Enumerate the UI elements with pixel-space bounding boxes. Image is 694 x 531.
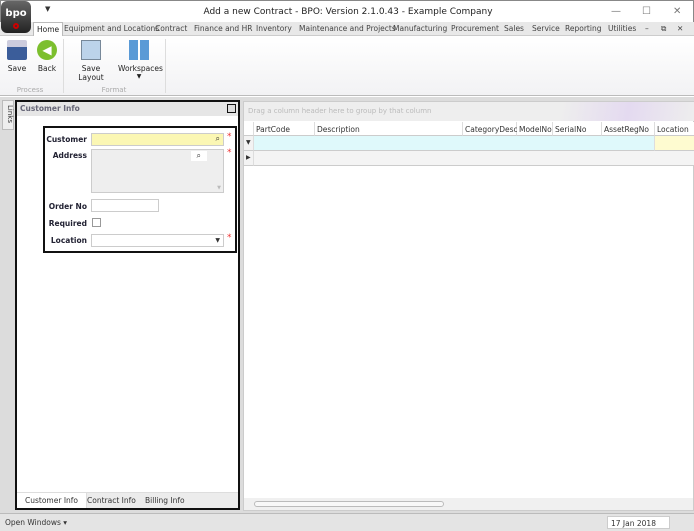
workspaces-button[interactable]: Workspaces ▼ bbox=[118, 40, 163, 80]
date-field[interactable]: 17 Jan 2018 bbox=[607, 516, 670, 529]
column-header-location[interactable]: Location bbox=[655, 122, 694, 136]
search-icon[interactable]: ⌕ bbox=[216, 134, 220, 144]
ribbon: Save ◀ Back Save Layout Workspaces ▼ Proce… bbox=[0, 36, 694, 96]
chevron-down-icon[interactable]: ▼ bbox=[215, 237, 220, 244]
group-format-label: Format bbox=[101, 86, 127, 94]
scrollbar-thumb[interactable] bbox=[254, 501, 444, 507]
tab-contract[interactable]: Contract bbox=[155, 24, 187, 33]
address-label: Address bbox=[52, 151, 87, 160]
back-arrow-icon: ◀ bbox=[37, 40, 57, 60]
open-windows-label: Open Windows bbox=[5, 518, 61, 527]
bottom-tabs: Customer Info Contract Info Billing Info bbox=[17, 492, 238, 508]
save-layout-button[interactable]: Save Layout bbox=[68, 40, 114, 82]
workspaces-grid-icon bbox=[129, 40, 149, 60]
group-process-label: Process bbox=[16, 86, 44, 94]
location-label: Location bbox=[50, 236, 87, 245]
tab-manufacturing[interactable]: Manufacturing bbox=[393, 24, 447, 33]
tab-equipment[interactable]: Equipment and Locations bbox=[64, 24, 159, 33]
links-side-tab[interactable]: Links bbox=[2, 100, 14, 130]
parts-grid: Drag a column header here to group by th… bbox=[243, 101, 694, 511]
floppy-disk-icon bbox=[7, 40, 27, 60]
column-header-categorydesc[interactable]: CategoryDesc bbox=[463, 122, 518, 136]
tab-home[interactable]: Home bbox=[33, 22, 64, 37]
ribbon-divider bbox=[165, 39, 166, 93]
quick-access-dropdown-icon[interactable]: ▼ bbox=[45, 5, 50, 13]
window-title: Add a new Contract - BPO: Version 2.1.0.… bbox=[203, 7, 493, 17]
location-select[interactable]: ▼ bbox=[91, 234, 224, 247]
required-checkbox[interactable] bbox=[92, 218, 101, 227]
new-row[interactable] bbox=[254, 151, 694, 166]
horizontal-scrollbar[interactable] bbox=[244, 498, 693, 510]
column-header-assetregno[interactable]: AssetRegNo bbox=[602, 122, 655, 136]
tab-service[interactable]: Service bbox=[532, 24, 560, 33]
required-marker: * bbox=[227, 132, 232, 142]
tab-contract-info[interactable]: Contract Info bbox=[87, 496, 136, 505]
address-input[interactable]: ⌕ ▼ bbox=[91, 149, 224, 193]
customer-info-panel: Customer Info Customer ⌕ * Address ⌕ ▼ * … bbox=[15, 100, 240, 510]
tab-sales[interactable]: Sales bbox=[504, 24, 524, 33]
column-header-description[interactable]: Description bbox=[315, 122, 463, 136]
customer-label: Customer bbox=[46, 135, 87, 144]
status-bar: Open Windows ▾ 17 Jan 2018 bbox=[0, 513, 694, 531]
tab-customer-info[interactable]: Customer Info bbox=[17, 493, 88, 508]
tab-maintenance[interactable]: Maintenance and Projects bbox=[299, 24, 396, 33]
group-by-panel[interactable]: Drag a column header here to group by th… bbox=[244, 102, 694, 121]
column-header-serialno[interactable]: SerialNo bbox=[553, 122, 602, 136]
tab-utilities[interactable]: Utilities bbox=[608, 24, 636, 33]
order-no-label: Order No bbox=[48, 202, 87, 211]
back-label: Back bbox=[37, 64, 57, 73]
filter-cell-location[interactable] bbox=[655, 136, 694, 151]
mdi-restore-icon[interactable]: ⧉ bbox=[661, 24, 666, 34]
menu-tabs: Home Equipment and Locations Contract Fi… bbox=[0, 22, 694, 37]
save-button[interactable]: Save bbox=[6, 40, 28, 73]
tab-billing-info[interactable]: Billing Info bbox=[145, 496, 185, 505]
filter-row[interactable] bbox=[254, 136, 655, 151]
order-no-input[interactable] bbox=[91, 199, 159, 212]
column-header-partcode[interactable]: PartCode bbox=[254, 122, 315, 136]
tab-procurement[interactable]: Procurement bbox=[451, 24, 499, 33]
scroll-down-icon[interactable]: ▼ bbox=[217, 185, 221, 191]
required-marker: * bbox=[227, 233, 232, 243]
pin-icon[interactable] bbox=[227, 104, 236, 113]
tab-inventory[interactable]: Inventory bbox=[256, 24, 292, 33]
column-header-modelno[interactable]: ModelNo bbox=[517, 122, 553, 136]
back-button[interactable]: ◀ Back bbox=[36, 40, 58, 73]
row-pointer-icon: ▶ bbox=[244, 151, 254, 166]
maximize-button[interactable]: ☐ bbox=[642, 6, 651, 17]
save-label: Save bbox=[7, 64, 27, 73]
workspaces-label: Workspaces bbox=[118, 64, 163, 73]
mdi-close-icon[interactable]: ✕ bbox=[677, 24, 683, 33]
minimize-button[interactable]: — bbox=[611, 6, 621, 17]
required-label: Required bbox=[48, 219, 87, 228]
ribbon-divider bbox=[63, 39, 64, 93]
tab-finance[interactable]: Finance and HR bbox=[194, 24, 252, 33]
tab-reporting[interactable]: Reporting bbox=[565, 24, 601, 33]
search-icon[interactable]: ⌕ bbox=[190, 151, 207, 161]
links-label: Links bbox=[6, 105, 14, 123]
customer-input[interactable]: ⌕ bbox=[91, 133, 224, 146]
save-layout-label: Save Layout bbox=[78, 64, 104, 82]
close-button[interactable]: ✕ bbox=[673, 6, 681, 17]
panel-header: Customer Info bbox=[17, 102, 238, 116]
row-indicator-header bbox=[244, 122, 254, 136]
layout-wrench-icon bbox=[81, 40, 101, 60]
panel-title: Customer Info bbox=[20, 104, 80, 113]
mdi-minimize-icon[interactable]: – bbox=[645, 24, 649, 33]
required-marker: * bbox=[227, 148, 232, 158]
app-logo[interactable]: bpo bbox=[1, 1, 31, 33]
filter-row-icon: ▼ bbox=[244, 136, 254, 151]
open-windows-button[interactable]: Open Windows ▾ bbox=[5, 518, 67, 527]
customer-form: Customer ⌕ * Address ⌕ ▼ * Order No Requi… bbox=[43, 126, 237, 253]
title-bar: Add a new Contract - BPO: Version 2.1.0.… bbox=[0, 0, 694, 22]
